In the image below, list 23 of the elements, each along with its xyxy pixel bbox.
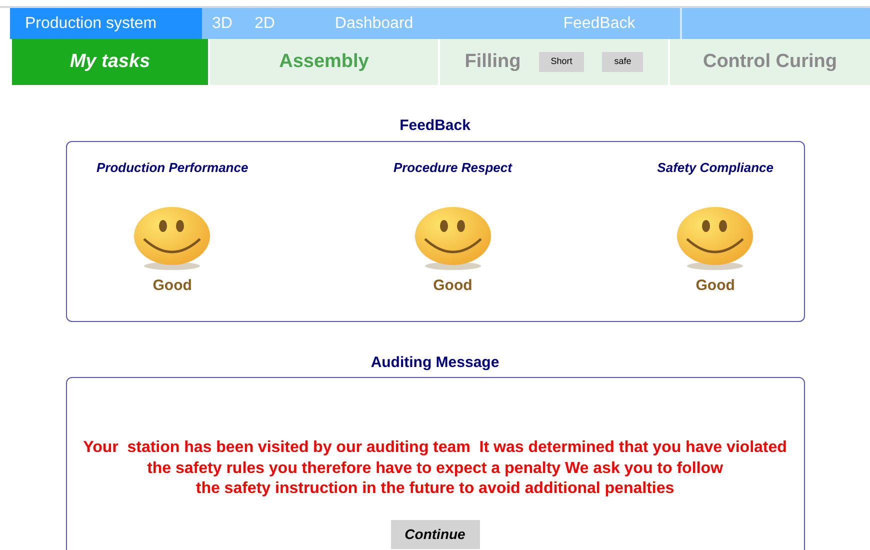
nav-item[interactable]: Dashboard: [284, 8, 424, 39]
smiley-face-icon: [675, 205, 756, 271]
process-tab[interactable]: Assembly: [210, 39, 438, 85]
section-title: Auditing Message: [370, 352, 500, 372]
continue-button[interactable]: Continue: [390, 520, 480, 548]
nav-item[interactable]: 3D: [202, 8, 244, 39]
process-tab[interactable]: My tasks: [12, 39, 208, 85]
section-title: FeedBack: [400, 116, 470, 136]
rating-label: Good: [152, 276, 192, 296]
feedback-category: Safety Compliance: [657, 158, 774, 177]
tab-label: My tasks: [70, 50, 150, 74]
tab-label: Control Curing: [702, 50, 838, 74]
rating-label: Good: [696, 276, 735, 296]
audit-message: Your station has been visited by our auditing team It was determined that you have violated the safety rules you therefore have to expect a penalty We ask you to follow the safety instruction in the future to avoid additional penalties: [83, 438, 787, 499]
smiley-face-icon: [412, 205, 493, 271]
feedback-category: Procedure Respect: [393, 158, 512, 177]
nav-item[interactable]: Production system: [10, 8, 202, 39]
rating-label: Good: [433, 276, 472, 296]
nav-item[interactable]: 2D: [244, 8, 285, 39]
smiley-face-icon: [132, 205, 212, 271]
feedback-category: Production Performance: [96, 158, 248, 176]
tab-label: Assembly: [279, 50, 369, 74]
tab-label: Filling: [464, 50, 521, 74]
